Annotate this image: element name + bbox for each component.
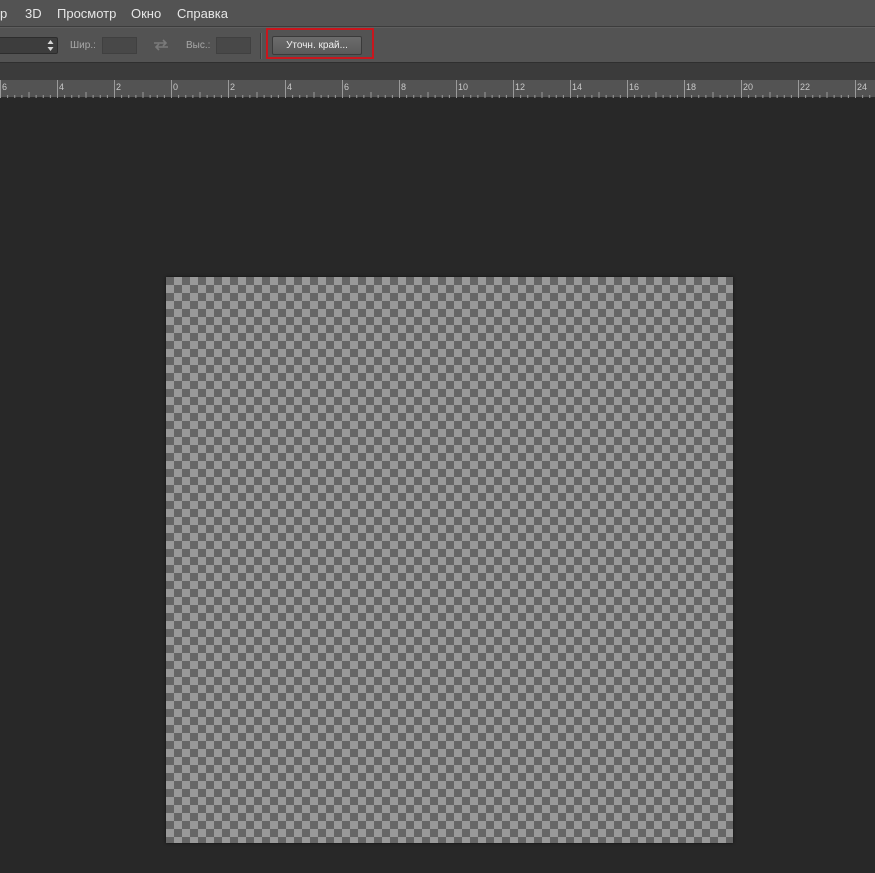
menu-item-view[interactable]: Просмотр <box>57 0 116 27</box>
menu-item-filter[interactable]: р <box>0 0 7 27</box>
width-label: Шир.: <box>70 40 96 51</box>
updown-arrows-icon <box>47 40 54 51</box>
style-select[interactable] <box>0 37 58 54</box>
menu-item-help[interactable]: Справка <box>177 0 228 27</box>
ruler-scale: 6 4 2 0 2 4 6 8 10 12 14 16 18 20 22 24 <box>0 80 871 98</box>
height-field[interactable] <box>216 37 251 54</box>
ruler-label: 16 <box>629 82 639 92</box>
menu-item-window[interactable]: Окно <box>131 0 161 27</box>
ruler-label: 4 <box>59 82 64 92</box>
canvas-workspace[interactable] <box>0 98 875 873</box>
options-divider <box>260 33 262 59</box>
ruler-label: 2 <box>230 82 235 92</box>
panel-gap <box>0 63 875 80</box>
ruler-label: 0 <box>173 82 178 92</box>
ruler-label: 12 <box>515 82 525 92</box>
ruler-label: 20 <box>743 82 753 92</box>
ruler-label: 6 <box>2 82 7 92</box>
options-bar: Шир.: Выс.: Уточн. край... <box>0 27 875 63</box>
height-label: Выс.: <box>186 40 211 51</box>
menu-item-3d[interactable]: 3D <box>25 0 42 27</box>
ruler-label: 18 <box>686 82 696 92</box>
transparent-document-canvas[interactable] <box>166 277 733 843</box>
ruler-label: 14 <box>572 82 582 92</box>
ruler-label: 2 <box>116 82 121 92</box>
ruler-label: 22 <box>800 82 810 92</box>
ruler-label: 8 <box>401 82 406 92</box>
ruler-label: 6 <box>344 82 349 92</box>
ruler-label: 4 <box>287 82 292 92</box>
photoshop-window: р 3D Просмотр Окно Справка Шир.: Выс.: У… <box>0 0 875 873</box>
ruler-label: 24 <box>857 82 867 92</box>
highlight-annotation-box <box>266 28 374 59</box>
width-field[interactable] <box>102 37 137 54</box>
menu-bar: р 3D Просмотр Окно Справка <box>0 0 875 27</box>
horizontal-ruler[interactable]: 6 4 2 0 2 4 6 8 10 12 14 16 18 20 22 24 <box>0 80 875 98</box>
ruler-label: 10 <box>458 82 468 92</box>
swap-arrows-icon[interactable] <box>152 38 170 52</box>
